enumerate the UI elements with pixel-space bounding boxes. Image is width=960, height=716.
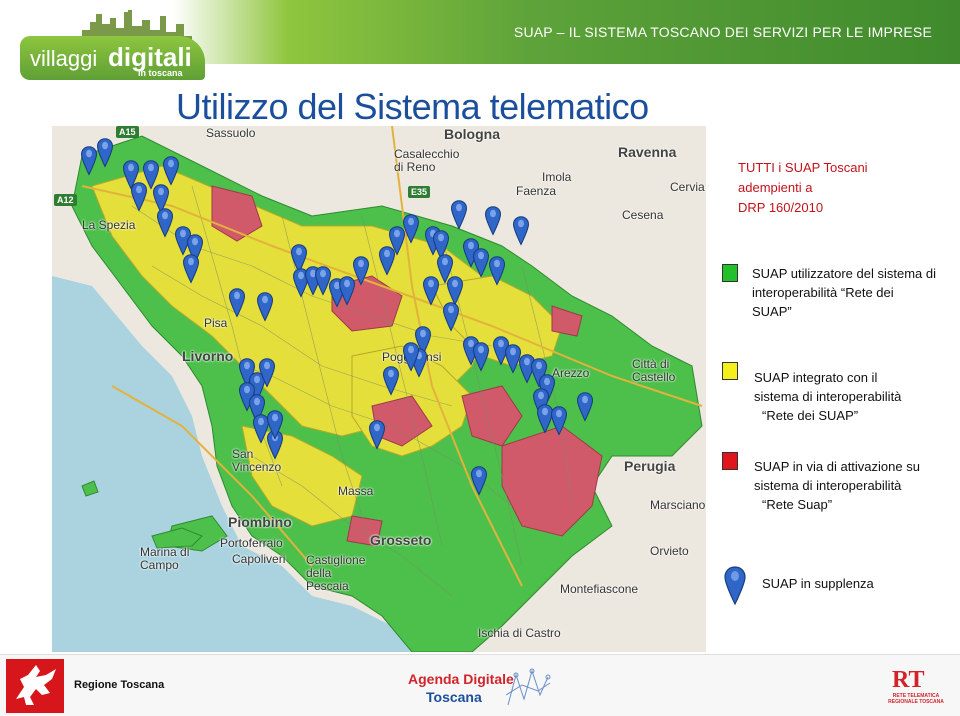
map-label: Livorno: [182, 348, 234, 364]
villaggi-digitali-logo: villaggi digitali in toscana: [12, 10, 212, 88]
road-badge: A12: [54, 194, 77, 206]
map-pin-icon: [484, 206, 502, 236]
map-pin-icon: [422, 276, 440, 306]
rtrt-logo-icon: RT: [892, 667, 925, 693]
map-pin-icon: [550, 406, 568, 436]
map-label: La Spezia: [82, 218, 136, 232]
footer-bar: Regione Toscana Agenda Digitale Toscana …: [0, 654, 960, 716]
tuscany-suap-map: Sassuolo Bologna Casalecchio di Reno Imo…: [52, 126, 706, 652]
legend-red-text: SUAP in via di attivazione su sistema di…: [754, 457, 920, 514]
map-label: Cesena: [622, 208, 664, 222]
page-title: Utilizzo del Sistema telematico: [176, 86, 649, 127]
legend-line: SUAP utilizzatore del sistema di: [752, 266, 937, 281]
regione-toscana-flag: [6, 659, 64, 713]
map-pin-icon: [576, 392, 594, 422]
legend-line: “Rete Suap”: [762, 497, 833, 512]
logo-subtext: in toscana: [138, 68, 183, 78]
map-pin-icon: [402, 342, 420, 372]
map-label: Arezzo: [552, 366, 590, 380]
map-pin-icon: [402, 214, 420, 244]
map-label: Castiglione della Pescaia: [306, 553, 366, 593]
map-pin-icon: [156, 208, 174, 238]
rtrt-sub-label: RETE TELEMATICA REGIONALE TOSCANA: [888, 693, 944, 705]
legend-heading-line: adempienti a: [738, 180, 813, 195]
legend-heading: TUTTI i SUAP Toscani adempienti a DRP 16…: [738, 158, 868, 218]
map-pin-icon: [266, 410, 284, 440]
map-label: Ischia di Castro: [478, 626, 561, 640]
agenda-digitale-sub: Toscana: [426, 689, 482, 705]
map-pin-icon: [382, 366, 400, 396]
legend-pin-text: SUAP in supplenza: [762, 576, 874, 591]
map-pin-icon: [488, 256, 506, 286]
legend-line: SUAP integrato con il: [754, 370, 878, 385]
legend-heading-line: DRP 160/2010: [738, 200, 824, 215]
map-label: Massa: [338, 484, 374, 498]
map-pin-icon: [130, 182, 148, 212]
map-label: Piombino: [228, 514, 292, 530]
map-pin-icon: [228, 288, 246, 318]
regione-toscana-label: Regione Toscana: [74, 679, 165, 691]
map-pin-icon: [724, 566, 746, 606]
legend-heading-line: TUTTI i SUAP Toscani: [738, 160, 868, 175]
logo-wordmark: villaggi digitali in toscana: [20, 36, 205, 80]
legend-green-text: SUAP utilizzatore del sistema di interop…: [752, 264, 936, 321]
map-label: Montefiascone: [560, 582, 639, 596]
map-label: Città di Castello: [632, 357, 676, 384]
map-pin-icon: [96, 138, 114, 168]
map-pin-icon: [442, 302, 460, 332]
map-label: Capoliveri: [232, 552, 286, 566]
map-pin-icon: [368, 420, 386, 450]
map-label: Orvieto: [650, 544, 689, 558]
map-pin-icon: [450, 200, 468, 230]
map-label: Sassuolo: [206, 126, 256, 140]
map-label: Marsciano: [650, 498, 706, 512]
map-label: Perugia: [624, 458, 676, 474]
map-pin-icon: [512, 216, 530, 246]
road-badge: A15: [116, 126, 139, 138]
map-pin-icon: [352, 256, 370, 286]
legend-line: sistema di interoperabilità: [754, 478, 902, 493]
map-label: Pisa: [204, 316, 228, 330]
map-label: Ravenna: [618, 144, 677, 160]
map-label: Grosseto: [370, 532, 432, 548]
map-pin-icon: [256, 292, 274, 322]
header-title: SUAP – IL SISTEMA TOSCANO DEI SERVIZI PE…: [513, 24, 932, 40]
map-label: Marina di Campo: [140, 545, 190, 572]
map-label: Faenza: [516, 184, 557, 198]
map-label: Casalecchio di Reno: [394, 147, 460, 174]
legend-yellow-swatch: [722, 362, 738, 380]
legend-line: interoperabilità “Rete dei: [752, 285, 894, 300]
map-pin-icon: [470, 466, 488, 496]
legend-line: SUAP in via di attivazione su: [754, 459, 920, 474]
agenda-digitale-label: Agenda Digitale: [408, 671, 514, 687]
map-canvas: [52, 126, 706, 652]
map-pin-icon: [182, 254, 200, 284]
map-pin-icon: [472, 342, 490, 372]
map-label: Cervia: [670, 180, 705, 194]
svg-text:RT: RT: [892, 667, 925, 693]
agenda-logo-icon: [505, 668, 551, 706]
map-pin-icon: [258, 358, 276, 388]
map-pin-icon: [162, 156, 180, 186]
legend-yellow-text: SUAP integrato con il sistema di interop…: [754, 368, 901, 425]
legend-line: sistema di interoperabilità: [754, 389, 902, 404]
legend-line: “Rete dei SUAP”: [762, 408, 859, 423]
map-label: Portoferraio: [220, 536, 283, 550]
legend-red-swatch: [722, 452, 738, 470]
road-badge: E35: [408, 186, 431, 198]
logo-text: villaggi: [30, 46, 98, 71]
pegasus-icon: [16, 665, 56, 705]
map-label: Imola: [542, 170, 572, 184]
legend-green-swatch: [722, 264, 738, 282]
legend-line: SUAP”: [752, 304, 792, 319]
map-label: Bologna: [444, 126, 500, 142]
